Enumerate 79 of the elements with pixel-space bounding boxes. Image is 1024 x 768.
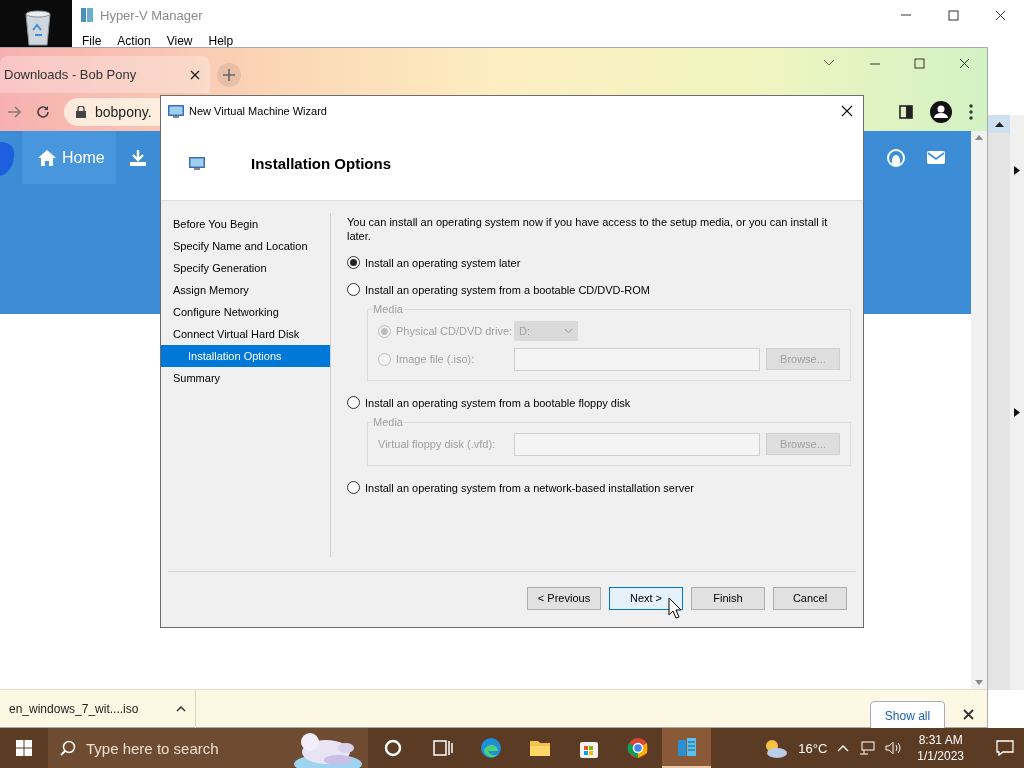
wizard-step[interactable]: Specify Generation	[161, 257, 330, 279]
group-title: Media	[372, 416, 404, 428]
expand-arrow-icon[interactable]	[1014, 166, 1020, 175]
menu-item[interactable]: Action	[109, 34, 159, 48]
lock-icon	[76, 106, 86, 118]
wizard-button[interactable]: Next >	[609, 586, 683, 610]
clock[interactable]: 8:31 AM 1/1/2023	[917, 732, 964, 764]
monitor-icon	[189, 156, 205, 170]
wizard-button[interactable]: Cancel	[773, 586, 847, 610]
wizard-step[interactable]: Before You Begin	[161, 213, 330, 235]
chevron-up-icon[interactable]	[837, 744, 850, 752]
maximize-icon[interactable]	[947, 8, 960, 22]
maximize-icon[interactable]	[913, 57, 925, 69]
recycle-bin-icon[interactable]	[22, 8, 54, 46]
chrome-browser-icon	[626, 737, 649, 759]
wizard-step[interactable]: Assign Memory	[161, 279, 330, 301]
volume-icon[interactable]	[885, 741, 902, 755]
menu-item[interactable]: View	[158, 34, 201, 48]
server-icon	[80, 7, 94, 23]
scroll-up-icon	[975, 135, 983, 140]
mouse-pointer-icon	[668, 597, 682, 619]
page-heading: Installation Options	[251, 154, 391, 172]
radio-button[interactable]	[347, 283, 360, 296]
browser-tab[interactable]: Downloads - Bob Pony	[0, 56, 210, 93]
scrollbar[interactable]	[971, 131, 987, 689]
chevron-down-icon	[564, 328, 573, 334]
option-label[interactable]: Install an operating system later	[365, 256, 521, 269]
wizard-button[interactable]: < Previous	[527, 586, 601, 610]
option-label[interactable]: Install an operating system from a bootable CD/DVD-ROM	[365, 283, 650, 296]
window-title: New Virtual Machine Wizard	[189, 105, 327, 117]
wizard-step[interactable]: Connect Virtual Hard Disk	[161, 323, 330, 345]
option-label[interactable]: Install an operating system from a bootable floppy disk	[365, 396, 631, 409]
wizard-step[interactable]: Installation Options	[161, 345, 330, 367]
download-icon[interactable]	[129, 149, 146, 166]
search-field[interactable]: Type here to search	[86, 739, 276, 757]
server-icon	[675, 736, 698, 758]
radio-button[interactable]	[347, 396, 360, 409]
close-icon[interactable]	[994, 8, 1007, 22]
show-all-button[interactable]: Show all	[870, 701, 945, 731]
option-label[interactable]: Install an operating system from a network-based installation server	[365, 481, 694, 494]
mail-icon[interactable]	[927, 151, 945, 164]
chevron-up-icon	[176, 706, 187, 712]
menu-item[interactable]: File	[74, 34, 110, 48]
home-icon	[38, 149, 56, 166]
plus-icon	[223, 69, 235, 81]
wizard-step[interactable]: Summary	[161, 367, 330, 389]
chevron-down-icon[interactable]	[823, 59, 835, 67]
monitor-icon	[168, 104, 184, 118]
expand-arrow-icon[interactable]	[1014, 408, 1020, 417]
profile-icon[interactable]	[930, 101, 952, 123]
reload-icon[interactable]	[36, 105, 50, 119]
search-icon	[60, 740, 76, 756]
scroll-down-icon	[975, 680, 983, 685]
wizard-step[interactable]: Specify Name and Location	[161, 235, 330, 257]
field-label: Virtual floppy disk (.vfd):	[378, 438, 496, 450]
menu-item[interactable]: Help	[200, 34, 242, 48]
edge-browser-icon	[479, 737, 502, 759]
group-title: Media	[372, 303, 404, 315]
description-text: You can install an operating system now if you have access to the setup media, or you can install it later.	[347, 215, 829, 243]
close-icon[interactable]	[963, 709, 974, 720]
sidebar-icon[interactable]	[899, 105, 913, 119]
wizard-step[interactable]: Configure Networking	[161, 301, 330, 323]
scroll-up-icon[interactable]	[994, 121, 1004, 127]
new-tab-button[interactable]	[217, 63, 241, 87]
close-icon[interactable]	[841, 105, 853, 117]
field-label: Physical CD/DVD drive:	[396, 325, 513, 337]
notification-icon[interactable]	[996, 740, 1014, 756]
more-menu-icon[interactable]	[969, 104, 973, 120]
task-view-icon	[430, 737, 453, 759]
windows-logo-icon	[16, 740, 32, 756]
radio-button[interactable]	[347, 481, 360, 494]
wizard-button[interactable]: Finish	[691, 586, 765, 610]
close-icon[interactable]	[958, 57, 970, 69]
temperature-text: 16°C	[798, 740, 828, 756]
radio-button[interactable]	[347, 256, 360, 269]
close-icon[interactable]	[190, 69, 200, 80]
field-label: Image file (.iso):	[396, 353, 475, 365]
network-icon[interactable]	[859, 741, 876, 755]
window-title: Hyper-V Manager	[100, 7, 203, 23]
